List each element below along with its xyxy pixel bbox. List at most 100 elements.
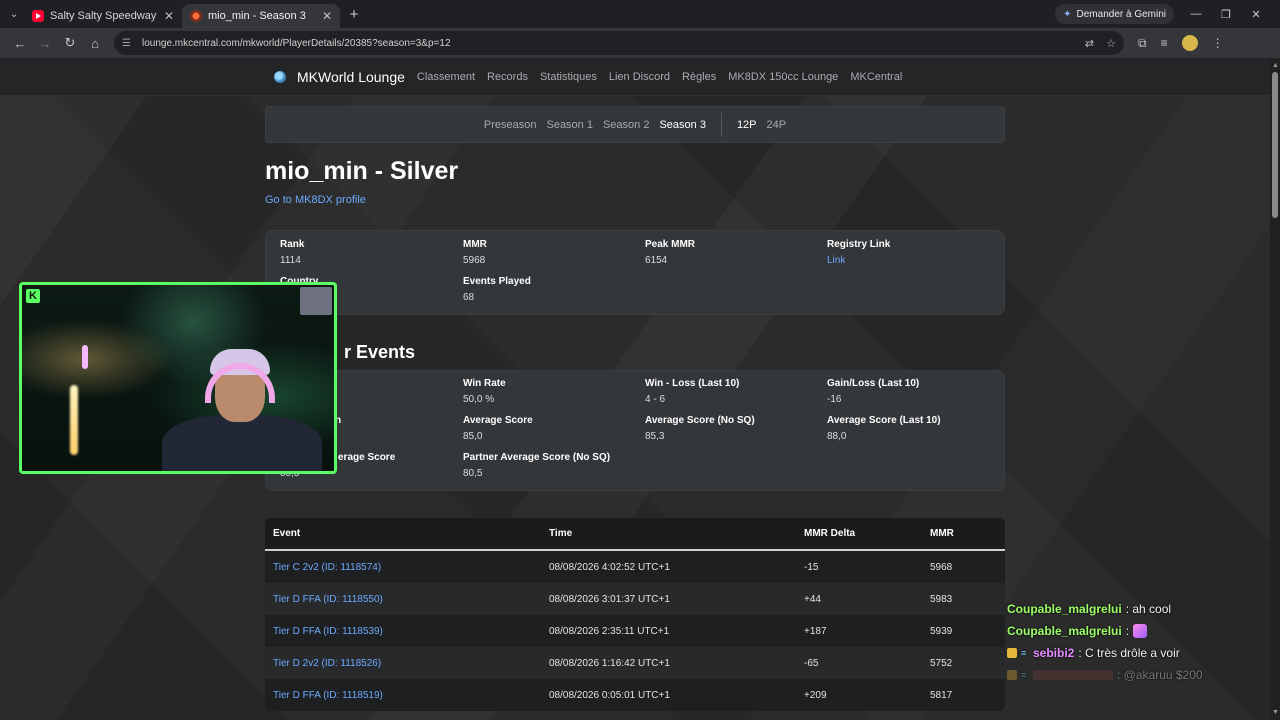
stat-mmr: MMR 5968	[463, 239, 487, 266]
minimize-icon[interactable]: —	[1188, 8, 1204, 20]
webcam-overlay: K	[19, 282, 337, 474]
site-info-icon[interactable]: ☰	[122, 38, 136, 49]
event-link[interactable]: Tier D FFA (ID: 1118539)	[265, 626, 549, 637]
mode-24p[interactable]: 24P	[767, 119, 787, 131]
new-tab-button[interactable]: +	[344, 4, 364, 24]
stat-value: 1114	[280, 255, 301, 266]
stat-label: Partner Average Score (No SQ)	[463, 452, 611, 463]
table-header: Event Time MMR Delta MMR	[265, 518, 1005, 551]
chat-text: : @akaruu $200	[1117, 668, 1203, 682]
brand-link[interactable]: MKWorld Lounge	[297, 69, 405, 85]
season-1[interactable]: Season 1	[546, 119, 592, 131]
season-2[interactable]: Season 2	[603, 119, 649, 131]
back-icon[interactable]: ←	[8, 31, 32, 55]
stream-chat-overlay: Coupable_malgrelui : ah cool Coupable_ma…	[1007, 598, 1203, 686]
nav-regles[interactable]: Règles	[682, 71, 716, 83]
stat-label: Win Rate	[463, 378, 506, 389]
stat-value: 50,0 %	[463, 394, 495, 405]
season-preseason[interactable]: Preseason	[484, 119, 537, 131]
season-3[interactable]: Season 3	[659, 119, 705, 131]
stat-events-played: Events Played 68	[463, 276, 531, 303]
translate-icon[interactable]: ⇄	[1085, 37, 1094, 50]
event-link[interactable]: Tier D FFA (ID: 1118519)	[265, 690, 549, 701]
header-mmr-delta: MMR Delta	[804, 528, 856, 539]
table-row: Tier D FFA (ID: 1118550) 08/08/2026 3:01…	[265, 583, 1005, 615]
sub-badge-icon: ≡	[1021, 648, 1027, 658]
mode-12p[interactable]: 12P	[737, 119, 757, 131]
close-window-icon[interactable]: ✕	[1248, 8, 1264, 21]
close-tab-icon[interactable]: ✕	[322, 9, 332, 23]
chat-username: Coupable_malgrelui	[1007, 602, 1122, 616]
kick-logo-icon: K	[26, 289, 40, 303]
stat-registry: Registry Link Link	[827, 239, 890, 266]
stat-average-score-last10: Average Score (Last 10) 88,0	[827, 415, 941, 442]
url-text[interactable]: lounge.mkcentral.com/mkworld/PlayerDetai…	[142, 38, 1073, 49]
purple-light	[82, 345, 88, 369]
browser-toolbar: ← → ↻ ⌂ ☰ lounge.mkcentral.com/mkworld/P…	[0, 28, 1280, 58]
stat-value: 85,0	[463, 431, 483, 442]
chat-message: Coupable_malgrelui :	[1007, 620, 1203, 642]
event-link[interactable]: Tier C 2v2 (ID: 1118574)	[265, 562, 549, 573]
stat-value: 5968	[463, 255, 486, 266]
menu-kebab-icon[interactable]: ⋮	[1212, 36, 1224, 50]
browser-tab-youtube[interactable]: Salty Salty Speedway - 1:54.534 ✕	[24, 4, 182, 28]
gemini-button[interactable]: ✦ Demander à Gemini	[1055, 4, 1174, 24]
nav-mkcentral[interactable]: MKCentral	[850, 71, 902, 83]
reading-list-icon[interactable]: ≡	[1161, 36, 1168, 50]
season-divider	[720, 112, 722, 137]
event-time: 08/08/2026 0:05:01 UTC+1	[549, 689, 670, 701]
bookmark-star-icon[interactable]: ☆	[1106, 37, 1116, 50]
stat-label: MMR	[463, 239, 487, 250]
stat-win-rate: Win Rate 50,0 %	[463, 378, 506, 405]
stat-partner-average-nosq: Partner Average Score (No SQ) 80,5	[463, 452, 610, 479]
stat-rank: Rank 1114	[280, 239, 304, 266]
restore-icon[interactable]: ❐	[1218, 8, 1234, 21]
page-title: mio_min - Silver	[265, 157, 459, 185]
extensions-icon[interactable]: ⧉	[1138, 36, 1147, 51]
stat-win-loss: Win - Loss (Last 10) 4 - 6	[645, 378, 739, 405]
scroll-down-icon[interactable]: ▼	[1272, 709, 1279, 716]
player-stats-card: Rank 1114 MMR 5968 Peak MMR 6154 Registr…	[265, 230, 1005, 315]
header-mmr: MMR	[930, 528, 954, 539]
chat-text: : C très drôle a voir	[1078, 646, 1180, 660]
chat-username-faded	[1033, 670, 1113, 680]
chat-message: ≡ : @akaruu $200	[1007, 664, 1203, 686]
stat-label: Events Played	[463, 276, 531, 287]
event-mmr: 5752	[930, 657, 953, 669]
event-link[interactable]: Tier D FFA (ID: 1118550)	[265, 594, 549, 605]
reload-icon[interactable]: ↻	[58, 31, 82, 55]
nav-lien-discord[interactable]: Lien Discord	[609, 71, 670, 83]
close-tab-icon[interactable]: ✕	[164, 9, 174, 23]
event-time: 08/08/2026 4:02:52 UTC+1	[549, 561, 670, 573]
mk8dx-profile-link[interactable]: Go to MK8DX profile	[265, 194, 366, 206]
registry-link[interactable]: Link	[827, 255, 890, 266]
site-navbar: MKWorld Lounge Classement Records Statis…	[0, 58, 1270, 96]
home-icon[interactable]: ⌂	[83, 31, 107, 55]
chat-message: Coupable_malgrelui : ah cool	[1007, 598, 1203, 620]
nav-classement[interactable]: Classement	[417, 71, 475, 83]
address-bar[interactable]: ☰ lounge.mkcentral.com/mkworld/PlayerDet…	[114, 31, 1124, 55]
scroll-up-icon[interactable]: ▲	[1272, 62, 1279, 69]
browser-tab-mkworld[interactable]: mio_min - Season 3 ✕	[182, 4, 340, 28]
nav-statistiques[interactable]: Statistiques	[540, 71, 597, 83]
forward-icon[interactable]: →	[33, 31, 57, 55]
nav-mk8dx-lounge[interactable]: MK8DX 150cc Lounge	[728, 71, 838, 83]
emote-icon	[1133, 624, 1148, 638]
profile-avatar[interactable]	[1181, 35, 1198, 51]
chat-text: :	[1125, 624, 1130, 638]
event-mmr-delta: -15	[804, 561, 819, 573]
tab-search-chevron-icon[interactable]: ⌄	[4, 4, 24, 24]
stat-value: 4 - 6	[645, 394, 666, 405]
events-table: Event Time MMR Delta MMR Tier C 2v2 (ID:…	[265, 518, 1005, 711]
gemini-label: Demander à Gemini	[1076, 8, 1166, 20]
season-selector: Preseason Season 1 Season 2 Season 3 12P…	[265, 106, 1005, 143]
stat-value: 88,0	[827, 431, 847, 442]
scrollbar-thumb[interactable]	[1272, 72, 1278, 218]
shelf-decor	[300, 287, 332, 315]
event-link[interactable]: Tier D 2v2 (ID: 1118526)	[265, 658, 549, 669]
chat-text: : ah cool	[1125, 602, 1172, 616]
mk-icon	[190, 10, 202, 22]
stat-value: -16	[827, 394, 842, 405]
nav-records[interactable]: Records	[487, 71, 528, 83]
page-scrollbar[interactable]: ▲ ▼	[1270, 58, 1280, 720]
